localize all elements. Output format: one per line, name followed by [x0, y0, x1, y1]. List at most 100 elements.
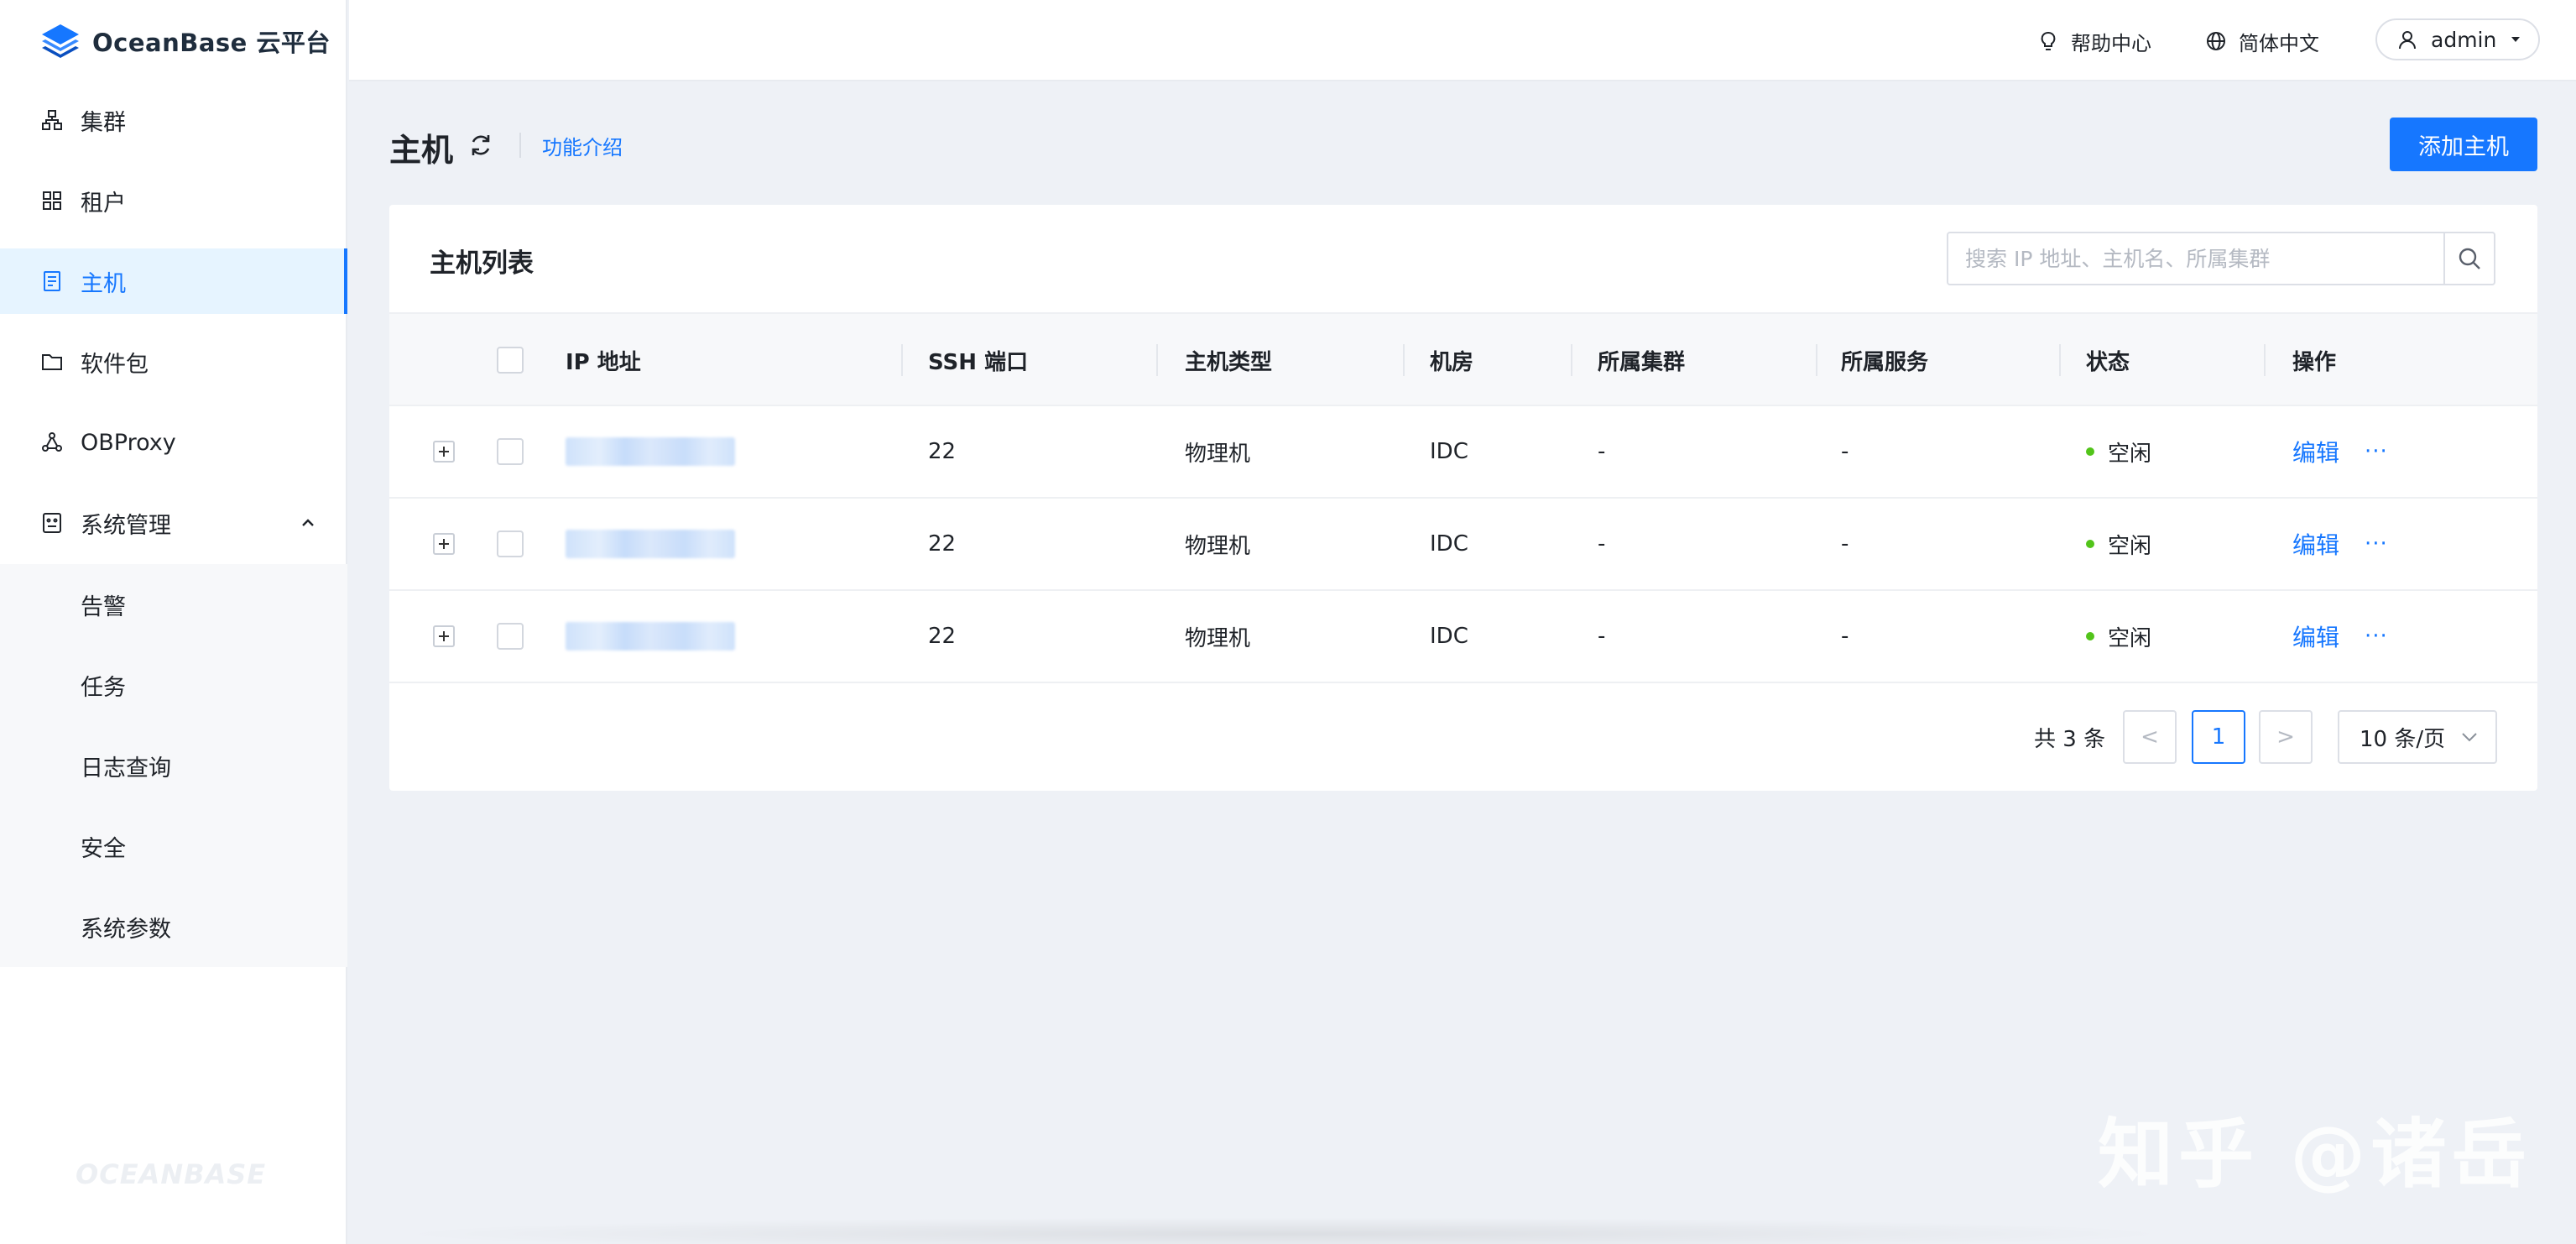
- username: admin: [2431, 27, 2497, 52]
- submenu-item-security[interactable]: 安全: [0, 806, 347, 886]
- more-actions-icon[interactable]: ···: [2365, 439, 2388, 464]
- add-host-button[interactable]: 添加主机: [2390, 118, 2537, 171]
- column-header-host-type[interactable]: 主机类型: [1185, 314, 1272, 406]
- column-divider: [1403, 344, 1405, 376]
- search-box: [1947, 232, 2495, 285]
- sidebar-item-obproxy[interactable]: OBProxy: [0, 410, 347, 475]
- status-cell: 空闲: [2086, 406, 2151, 497]
- row-select-cell: [497, 591, 524, 682]
- status-label: 空闲: [2108, 533, 2152, 559]
- sidebar-item-tenant[interactable]: 租户: [0, 168, 347, 233]
- lightbulb-icon: [2041, 32, 2056, 50]
- cluster-cell: -: [1598, 439, 1606, 464]
- help-center-link[interactable]: 帮助中心: [2037, 25, 2151, 57]
- column-divider: [2264, 344, 2266, 376]
- feature-intro-link[interactable]: 功能介绍: [542, 131, 623, 160]
- status-dot-icon: [2086, 540, 2094, 548]
- ip-address-link[interactable]: [566, 437, 735, 466]
- status-dot-icon: [2086, 447, 2094, 456]
- column-header-ip[interactable]: IP 地址: [566, 314, 641, 406]
- submenu-item-alert[interactable]: 告警: [0, 564, 347, 645]
- page-size-select[interactable]: 10 条/页: [2338, 710, 2497, 764]
- column-header-service[interactable]: 所属服务: [1841, 314, 1928, 406]
- ip-address-link[interactable]: [566, 622, 735, 651]
- page-title: 主机: [389, 132, 454, 169]
- search-button[interactable]: [2443, 233, 2494, 284]
- host-list-card: 主机列表 IP 地址 SSH 端口 主机类型 机房 所属集群 所属服务 状态 操…: [389, 205, 2537, 791]
- column-header-cluster[interactable]: 所属集群: [1598, 314, 1685, 406]
- pagination-total: 共 3 条: [2034, 726, 2106, 752]
- refresh-icon[interactable]: [467, 131, 495, 159]
- submenu-item-log[interactable]: 日志查询: [0, 725, 347, 806]
- card-title: 主机列表: [430, 248, 534, 279]
- expand-row-icon[interactable]: [433, 533, 455, 555]
- cluster-cell: -: [1598, 531, 1606, 557]
- sidebar-item-cluster[interactable]: 集群: [0, 87, 347, 153]
- column-header-ssh-port[interactable]: SSH 端口: [928, 314, 1028, 406]
- oceanbase-logo-icon: [42, 24, 79, 58]
- edit-link[interactable]: 编辑: [2292, 527, 2339, 561]
- idc-cell: IDC: [1430, 439, 1468, 464]
- ip-cell: [566, 406, 735, 497]
- logo[interactable]: OceanBase 云平台: [39, 20, 331, 62]
- host-table: IP 地址 SSH 端口 主机类型 机房 所属集群 所属服务 状态 操作 22 …: [389, 312, 2537, 683]
- prev-page-button[interactable]: <: [2123, 710, 2177, 764]
- row-checkbox[interactable]: [497, 438, 524, 465]
- actions-cell: 编辑 ···: [2292, 406, 2388, 497]
- sidebar-item-package[interactable]: 软件包: [0, 329, 347, 395]
- ip-cell: [566, 591, 735, 682]
- sidebar-item-label: 集群: [81, 109, 126, 136]
- edit-link[interactable]: 编辑: [2292, 435, 2339, 468]
- column-header-status[interactable]: 状态: [2086, 314, 2130, 406]
- status-cell: 空闲: [2086, 499, 2151, 589]
- expand-row-icon[interactable]: [433, 625, 455, 647]
- user-menu-button[interactable]: admin: [2375, 18, 2540, 60]
- cluster-cell: -: [1598, 624, 1606, 649]
- more-actions-icon[interactable]: ···: [2365, 531, 2388, 557]
- select-all-checkbox[interactable]: [497, 347, 524, 374]
- sidebar-item-host[interactable]: 主机: [0, 248, 347, 314]
- row-checkbox[interactable]: [497, 531, 524, 557]
- edit-link[interactable]: 编辑: [2292, 619, 2339, 653]
- table-row: 22 物理机 IDC - - 空闲 编辑 ···: [389, 591, 2537, 683]
- idc-cell: IDC: [1430, 624, 1468, 649]
- user-icon: [2399, 31, 2416, 50]
- sidebar-item-system[interactable]: 系统管理: [0, 490, 347, 556]
- sidebar: OceanBase 云平台 集群 租户 主机 软件包 OBProxy 系统管理 …: [0, 0, 347, 1244]
- ssh-port-cell: 22: [928, 531, 957, 557]
- ip-address-link[interactable]: [566, 530, 735, 558]
- next-page-button[interactable]: >: [2259, 710, 2313, 764]
- submenu-item-label: 告警: [81, 593, 126, 620]
- chevron-up-icon: [302, 519, 314, 526]
- column-header-idc[interactable]: 机房: [1430, 314, 1473, 406]
- table-header: IP 地址 SSH 端口 主机类型 机房 所属集群 所属服务 状态 操作: [389, 312, 2537, 406]
- more-actions-icon[interactable]: ···: [2365, 624, 2388, 649]
- submenu-item-task[interactable]: 任务: [0, 645, 347, 725]
- column-divider: [1571, 344, 1572, 376]
- column-header-actions: 操作: [2292, 349, 2337, 375]
- sidebar-item-label: 租户: [81, 190, 126, 217]
- tenant-icon: [40, 189, 64, 212]
- top-header: 帮助中心 简体中文 admin: [349, 0, 2576, 81]
- search-icon: [2459, 248, 2480, 269]
- search-input[interactable]: [1948, 233, 2444, 284]
- expand-row-icon[interactable]: [433, 441, 455, 463]
- system-submenu: 告警 任务 日志查询 安全 系统参数: [0, 564, 347, 967]
- page-1-button[interactable]: 1: [2192, 710, 2245, 764]
- submenu-item-params[interactable]: 系统参数: [0, 886, 347, 967]
- proxy-icon: [40, 431, 64, 454]
- status-cell: 空闲: [2086, 591, 2151, 682]
- system-icon: [40, 511, 64, 535]
- status-dot-icon: [2086, 632, 2094, 640]
- idc-cell: IDC: [1430, 531, 1468, 557]
- row-checkbox[interactable]: [497, 623, 524, 650]
- select-all-cell: [497, 314, 524, 406]
- host-type-cell: 物理机: [1185, 441, 1251, 467]
- bottom-shadow: [386, 1217, 2182, 1244]
- table-row: 22 物理机 IDC - - 空闲 编辑 ···: [389, 499, 2537, 591]
- actions-cell: 编辑 ···: [2292, 499, 2388, 589]
- language-switch[interactable]: 简体中文: [2205, 25, 2319, 57]
- service-cell: -: [1841, 439, 1849, 464]
- globe-icon: [2207, 32, 2225, 50]
- host-type-cell: 物理机: [1185, 625, 1251, 651]
